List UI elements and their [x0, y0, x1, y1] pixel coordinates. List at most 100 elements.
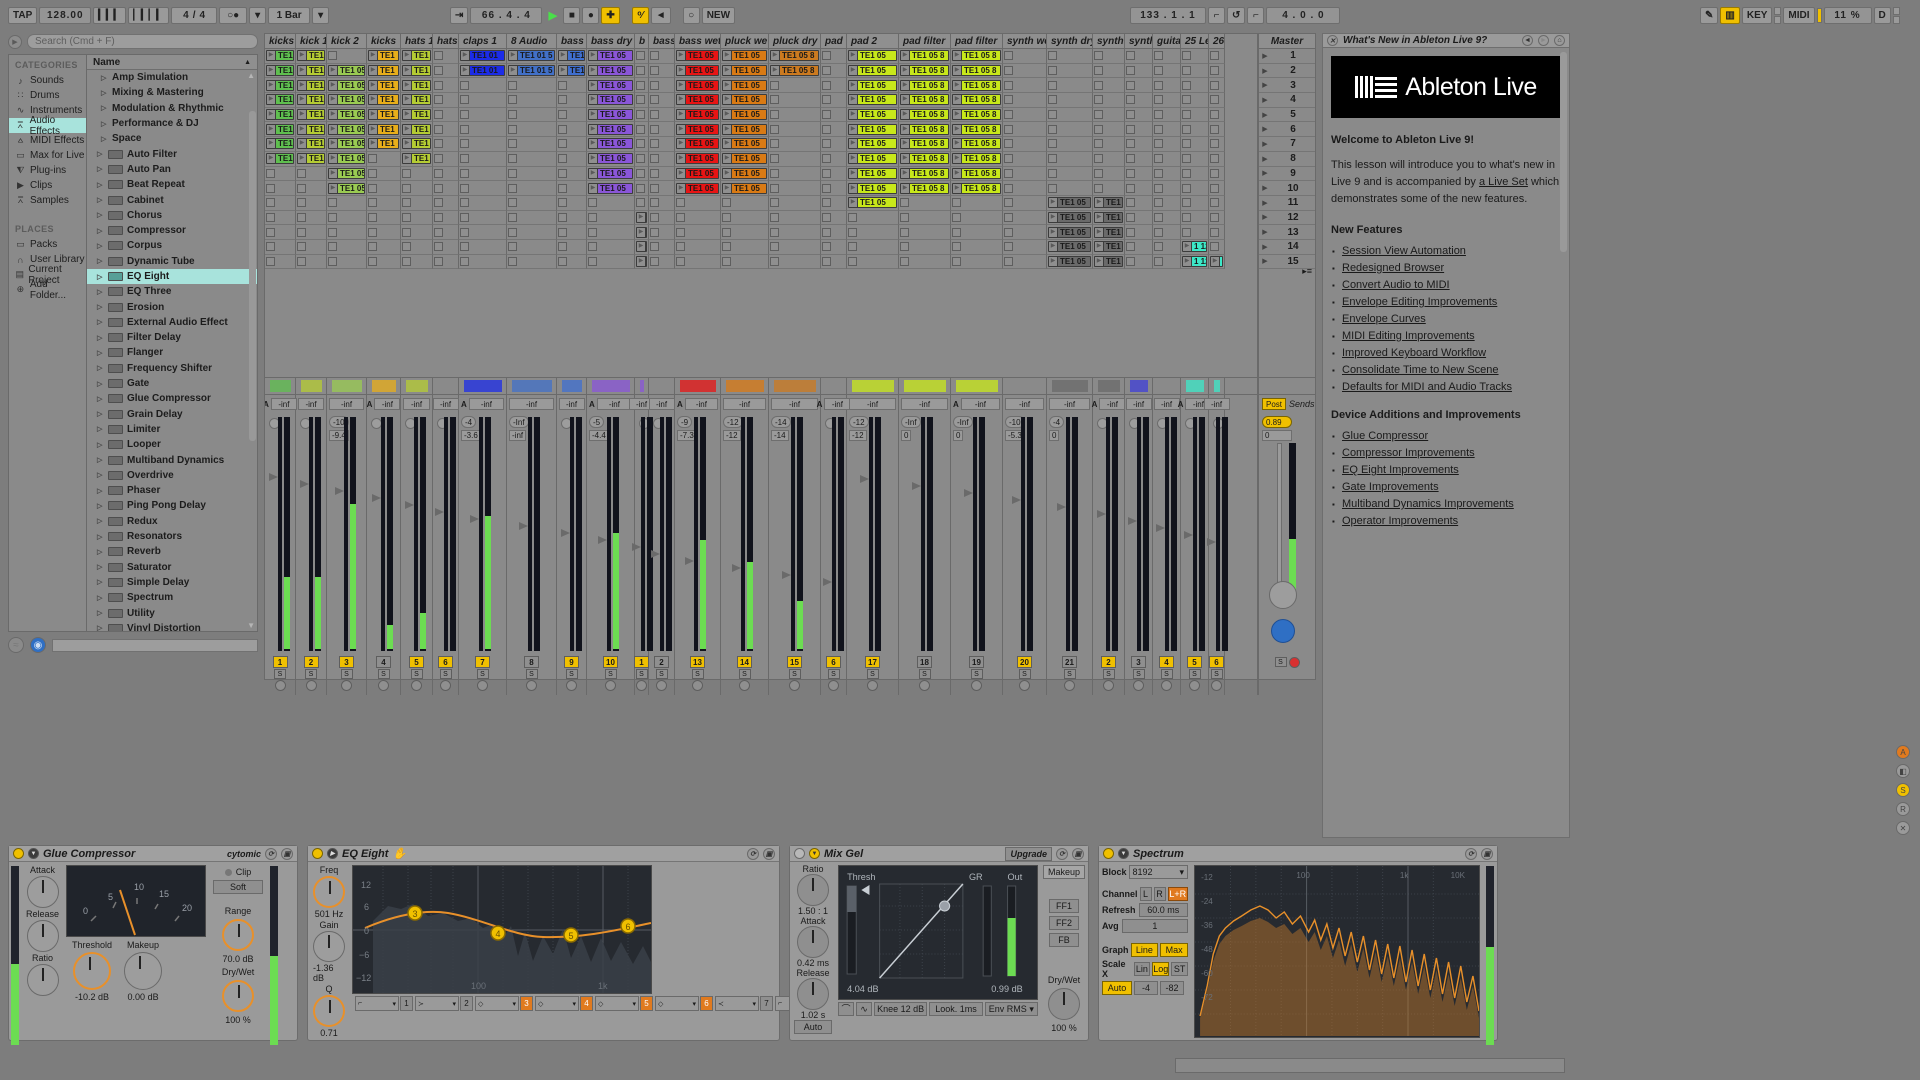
midi-map-button[interactable]: MIDI [1783, 7, 1814, 24]
scene-launch-icon[interactable]: ▶ [1259, 243, 1271, 251]
device-link[interactable]: Glue Compressor [1331, 428, 1561, 445]
clip-slot[interactable] [821, 211, 847, 226]
clip-stop-button[interactable] [1094, 154, 1103, 163]
clip-overview-cell[interactable] [675, 378, 721, 394]
send-value[interactable]: -inf [723, 398, 766, 410]
clip-slot[interactable]: ▶TE1 [401, 64, 433, 79]
clip-slot[interactable] [1003, 255, 1047, 270]
clip-stop-button[interactable] [650, 139, 659, 148]
clip-slot[interactable] [1093, 49, 1125, 64]
clip-slot[interactable]: ▶TE1 05 [587, 78, 635, 93]
clip-slot[interactable] [433, 93, 459, 108]
clip-slot[interactable] [1125, 240, 1153, 255]
track-solo-button[interactable]: S [1189, 669, 1201, 679]
clip-stop-button[interactable] [508, 242, 517, 251]
track-volume-value[interactable]: -5 [589, 416, 604, 428]
computer-midi-keyboard-icon[interactable]: ▥ [1720, 7, 1739, 24]
clip-play-icon[interactable]: ▶ [677, 94, 686, 105]
volume-fader[interactable] [1207, 538, 1218, 546]
scene-launch-icon[interactable]: ▶ [1259, 213, 1271, 221]
feature-link[interactable]: Session View Automation [1331, 243, 1561, 260]
clip-stop-button[interactable] [558, 257, 567, 266]
browser-preview-icon[interactable]: ▶ [8, 35, 22, 49]
clip-slot[interactable]: ▶TE1 05 [847, 152, 899, 167]
clip-play-icon[interactable]: ▶ [723, 183, 732, 194]
clip-stop-button[interactable] [1126, 139, 1135, 148]
clip-stop-button[interactable] [1048, 169, 1057, 178]
clip-play-icon[interactable]: ▶ [677, 183, 686, 194]
clip-slot[interactable] [899, 225, 951, 240]
clip-stop-button[interactable] [508, 154, 517, 163]
clip-play-icon[interactable]: ▶ [369, 138, 378, 149]
clip-slot[interactable]: ▶TE1 05 [327, 64, 367, 79]
clip-stop-button[interactable] [1154, 51, 1163, 60]
clip-stop-button[interactable] [1210, 51, 1219, 60]
clip-slot[interactable] [401, 211, 433, 226]
track-arm-button[interactable] [828, 680, 839, 691]
clip-play-icon[interactable]: ▶ [403, 65, 412, 76]
clip-slot[interactable] [265, 196, 296, 211]
clip-slot[interactable]: ▶TE1 05 8 [899, 167, 951, 182]
clip-overview-cell[interactable] [265, 378, 296, 394]
send-value[interactable]: -inf [901, 398, 948, 410]
lesson-live-set-link[interactable]: a Live Set [1479, 176, 1528, 188]
session-record-button[interactable]: ○ [683, 7, 700, 24]
clip-stop-button[interactable] [1182, 66, 1191, 75]
track-arm-button[interactable] [971, 680, 982, 691]
browser-item-reverb[interactable]: ▷Reverb [87, 544, 257, 559]
clip-play-icon[interactable]: ▶ [589, 124, 598, 135]
clip-stop-button[interactable] [1004, 95, 1013, 104]
clip-slot[interactable]: ▶TE1 [367, 108, 401, 123]
clip-slot[interactable] [1153, 225, 1181, 240]
track-solo-button[interactable]: S [341, 669, 353, 679]
clip-stop-button[interactable] [822, 139, 831, 148]
clip-stop-button[interactable] [770, 213, 779, 222]
clip-slot[interactable] [1153, 78, 1181, 93]
clip-stop-button[interactable] [650, 184, 659, 193]
clip-slot[interactable]: ▶TE1 05 [721, 93, 769, 108]
track-solo-button[interactable]: S [411, 669, 423, 679]
scroll-up-arrow-icon[interactable]: ▲ [247, 71, 255, 80]
clip-slot[interactable] [1209, 49, 1225, 64]
expand-triangle-icon[interactable]: ▷ [97, 349, 104, 357]
clip-slot[interactable] [635, 137, 649, 152]
clip-stop-button[interactable] [650, 95, 659, 104]
clip-slot[interactable] [557, 122, 587, 137]
clip-stop-button[interactable] [508, 95, 517, 104]
clip-slot[interactable] [821, 122, 847, 137]
clip-stop-button[interactable] [1210, 125, 1219, 134]
volume-fader[interactable] [1128, 517, 1139, 525]
clip-stop-button[interactable] [676, 242, 685, 251]
clip-slot[interactable] [1047, 181, 1093, 196]
clip-play-icon[interactable]: ▶ [953, 183, 962, 194]
back-arrow-icon[interactable]: ◄ [1522, 35, 1533, 46]
clip-stop-button[interactable] [328, 242, 337, 251]
clip-slot[interactable]: ▶TE1 [296, 49, 327, 64]
clip-slot[interactable] [327, 49, 367, 64]
clip-slot[interactable] [459, 167, 507, 182]
clip-slot[interactable]: ▶TE1 05 [847, 108, 899, 123]
clip-play-icon[interactable]: ▶ [589, 50, 598, 61]
track-activator[interactable]: 4 [1159, 656, 1174, 668]
clip-play-icon[interactable]: ▶ [589, 168, 598, 179]
clip-slot[interactable] [507, 225, 557, 240]
clip-stop-button[interactable] [952, 213, 961, 222]
clip-play-icon[interactable]: ▶ [589, 80, 598, 91]
track-header[interactable]: bass [557, 34, 587, 49]
clip-play-icon[interactable]: ▶ [901, 65, 910, 76]
clip-slot[interactable]: ▶TE1 05 [847, 181, 899, 196]
clip-play-icon[interactable]: ▶ [953, 94, 962, 105]
clip-play-icon[interactable]: ▶ [267, 50, 276, 61]
expand-triangle-icon[interactable]: ▷ [97, 410, 104, 418]
clip-stop-button[interactable] [460, 228, 469, 237]
clip-slot[interactable]: ▶TE1 [367, 64, 401, 79]
spectrum-channel-lr[interactable]: L+R [1168, 887, 1188, 901]
clip-slot[interactable] [1181, 93, 1209, 108]
clip-stop-button[interactable] [402, 242, 411, 251]
places-item-add-folder-[interactable]: ⊕Add Folder... [9, 282, 86, 297]
quantization-dropdown-arrow-icon[interactable]: ▾ [312, 7, 329, 24]
clip-slot[interactable]: ▶TE1 05 [327, 93, 367, 108]
clip-slot[interactable] [401, 181, 433, 196]
track-solo-button[interactable]: S [1019, 669, 1031, 679]
clip-slot[interactable] [635, 49, 649, 64]
